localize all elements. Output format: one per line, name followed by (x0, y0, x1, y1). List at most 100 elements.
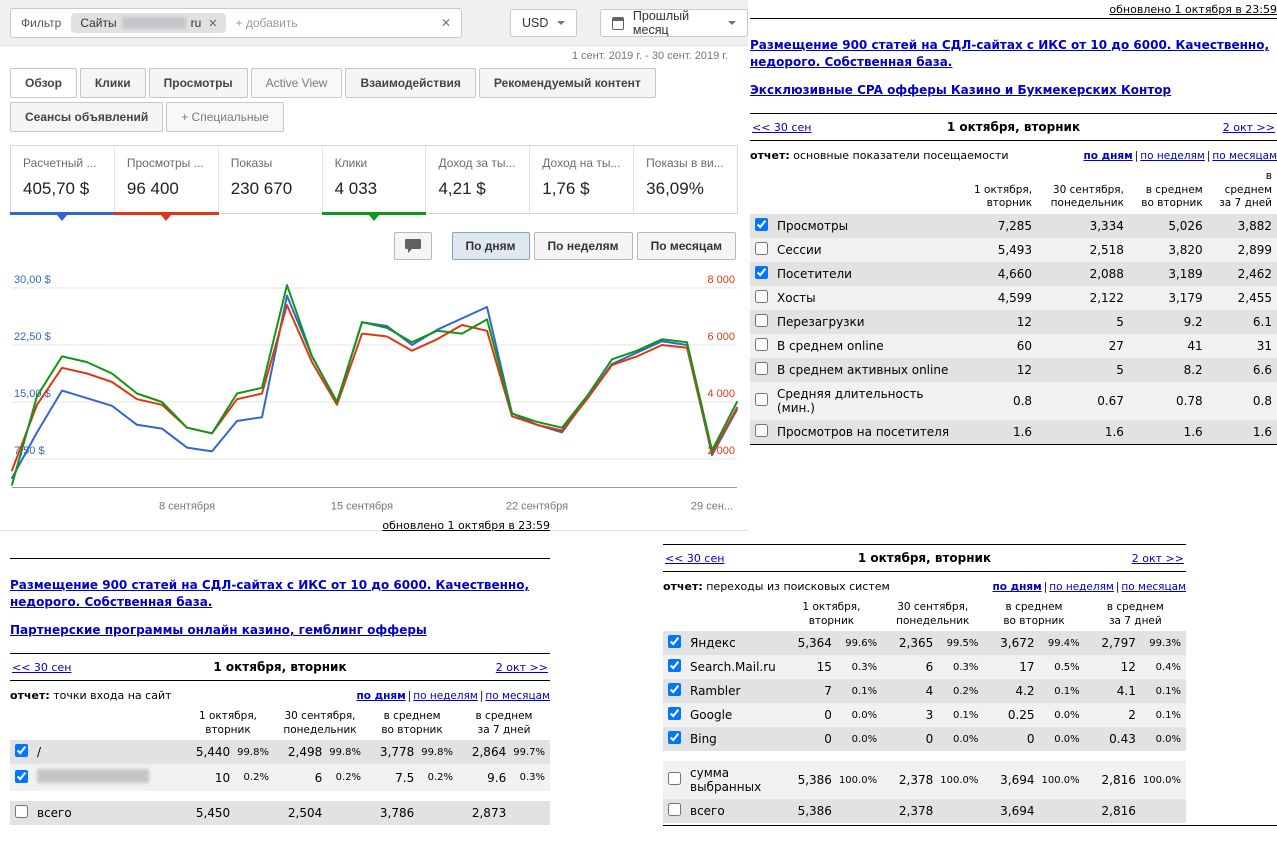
row-checkbox[interactable] (668, 683, 681, 697)
row-label (32, 764, 182, 792)
row-checkbox[interactable] (668, 731, 681, 745)
view-mode-button[interactable]: По дням (451, 232, 530, 260)
cell-value: 4,599 (962, 286, 1038, 311)
current-date: 1 октября, вторник (946, 120, 1081, 135)
view-by-months-link[interactable]: по месяцам (485, 690, 550, 702)
filter-clear-icon[interactable]: ✕ (441, 16, 451, 30)
view-by-days-link[interactable]: по дням (1083, 150, 1132, 162)
tab[interactable]: Взаимодействия (345, 68, 476, 98)
add-filter-placeholder[interactable]: + добавить (236, 16, 431, 30)
row-checkbox[interactable] (668, 803, 681, 817)
row-checkbox[interactable] (15, 805, 28, 819)
metric-card[interactable]: Клики 4 033 (321, 146, 427, 221)
cell-percent: 0.0% (938, 727, 984, 752)
row-checkbox[interactable] (15, 744, 28, 758)
metric-card[interactable]: Просмотры ... 96 400 (113, 146, 219, 221)
view-by-months-link[interactable]: по месяцам (1121, 581, 1186, 593)
prev-day-link[interactable]: << 30 сен (752, 121, 947, 134)
row-label: всего (685, 799, 781, 824)
cell-value: 2,455 (1207, 286, 1277, 311)
row-checkbox[interactable] (755, 362, 768, 376)
metric-card[interactable]: Доход за ты... 4,21 $ (426, 146, 531, 213)
tab[interactable]: Обзор (10, 68, 77, 98)
view-mode-button[interactable]: По месяцам (636, 232, 736, 260)
metric-card[interactable]: Показы в ви... 36,09% (634, 146, 737, 213)
entry-points-report: обновлено 1 октября в 23:59 Размещение 9… (10, 519, 550, 826)
site-filter-chip[interactable]: Сайты ru ✕ (71, 13, 226, 33)
updated-link[interactable]: обновлено 1 октября в 23:59 (382, 519, 550, 532)
view-by-months-link[interactable]: по месяцам (1212, 150, 1277, 162)
next-day-link[interactable]: 2 окт >> (1132, 552, 1184, 565)
row-label: Rambler (685, 679, 781, 704)
redacted-label (37, 769, 149, 784)
cell-value: 2,378 (882, 799, 939, 824)
prev-day-link[interactable]: << 30 сен (12, 661, 213, 674)
row-checkbox[interactable] (668, 659, 681, 673)
cell-value: 5 (1037, 358, 1129, 383)
metric-value: 36,09% (646, 179, 704, 198)
metric-card[interactable]: Расчетный ... 405,70 $ (10, 146, 115, 221)
table-row: 10 0.2% 6 0.2% 7.5 0.2% 9.6 0.3% (10, 764, 550, 792)
x-axis-label: 8 сентября (159, 501, 215, 513)
row-checkbox[interactable] (755, 314, 768, 328)
cell-value: 60 (962, 334, 1038, 359)
prev-day-link[interactable]: << 30 сен (665, 552, 858, 565)
chip-remove-icon[interactable]: ✕ (206, 17, 219, 30)
search-engines-table: 1 октября, вторник 30 сентября, понедельн… (663, 598, 1186, 824)
cell-value: 0.78 (1128, 382, 1208, 421)
row-checkbox[interactable] (755, 290, 768, 304)
view-by-days-link[interactable]: по дням (992, 581, 1041, 593)
row-checkbox[interactable] (668, 772, 681, 786)
cell-value: 4.2 (983, 679, 1040, 704)
view-mode-button[interactable]: По неделям (533, 232, 633, 260)
cell-percent: 0.3% (511, 764, 550, 792)
view-by-weeks-link[interactable]: по неделям (1049, 581, 1114, 593)
metric-card[interactable]: Показы 230 670 (219, 146, 323, 213)
cell-value: 2,378 (882, 761, 939, 800)
row-checkbox[interactable] (755, 266, 768, 280)
report-label: отчет: (10, 689, 50, 703)
next-day-link[interactable]: 2 окт >> (1223, 121, 1275, 134)
line-chart: 30,00 $22,50 $15,00 $7,50 $8 0006 0004 0… (11, 274, 738, 513)
row-checkbox[interactable] (668, 707, 681, 721)
next-day-link[interactable]: 2 окт >> (496, 661, 548, 674)
row-checkbox[interactable] (755, 393, 768, 407)
metric-label: Показы (230, 156, 273, 170)
row-checkbox[interactable] (755, 424, 768, 438)
tab[interactable]: Active View (250, 68, 343, 98)
row-label: Хосты (772, 286, 962, 311)
table-row: Rambler 7 0.1% 4 0.2% 4.2 0.1% 4.1 0.1% (663, 679, 1186, 704)
tab[interactable]: + Специальные (166, 102, 284, 132)
tab[interactable]: Просмотры (148, 68, 248, 98)
row-checkbox[interactable] (755, 242, 768, 256)
cell-percent: 0.5% (1039, 655, 1085, 680)
updated-link[interactable]: обновлено 1 октября в 23:59 (1109, 3, 1277, 16)
view-by-days-link[interactable]: по дням (356, 690, 405, 702)
metric-card[interactable]: Доход на ты... 1,76 $ (530, 146, 635, 213)
ad-link[interactable]: Размещение 900 статей на СДЛ-сайтах с ИК… (750, 38, 1269, 69)
table-row: Посетители 4,660 2,088 3,189 2,462 (750, 262, 1277, 287)
tab[interactable]: Сеансы объявлений (10, 102, 164, 132)
currency-select[interactable]: USD (510, 9, 578, 37)
tab[interactable]: Рекомендуемый контент (478, 68, 656, 98)
row-checkbox[interactable] (755, 338, 768, 352)
tab[interactable]: Клики (79, 68, 146, 98)
view-by-weeks-link[interactable]: по неделям (413, 690, 478, 702)
ad-link[interactable]: Размещение 900 статей на СДЛ-сайтах с ИК… (10, 578, 529, 609)
column-header: в среднем за 7 дней (1207, 167, 1277, 215)
cell-percent (419, 801, 459, 826)
adsense-panel: Фильтр Сайты ru ✕ + добавить ✕ USD Прошл… (0, 0, 748, 531)
ad-link[interactable]: Эксклюзивные CPA офферы Казино и Букмеке… (750, 83, 1171, 97)
row-label: Просмотры (772, 214, 962, 239)
table-row: В среднем активных online 12 5 8.2 6.6 (750, 358, 1277, 383)
view-by-weeks-link[interactable]: по неделям (1140, 150, 1205, 162)
row-checkbox[interactable] (15, 769, 28, 783)
comment-button[interactable] (393, 232, 432, 260)
cell-value: 2,797 (1084, 631, 1141, 656)
ad-link[interactable]: Партнерские программы онлайн казино, гем… (10, 623, 427, 637)
row-checkbox[interactable] (668, 635, 681, 649)
row-checkbox[interactable] (755, 218, 768, 232)
date-range-select[interactable]: Прошлый месяц (600, 9, 748, 37)
cell-value: 3,672 (983, 631, 1040, 656)
filter-box[interactable]: Фильтр Сайты ru ✕ + добавить ✕ (10, 8, 462, 38)
